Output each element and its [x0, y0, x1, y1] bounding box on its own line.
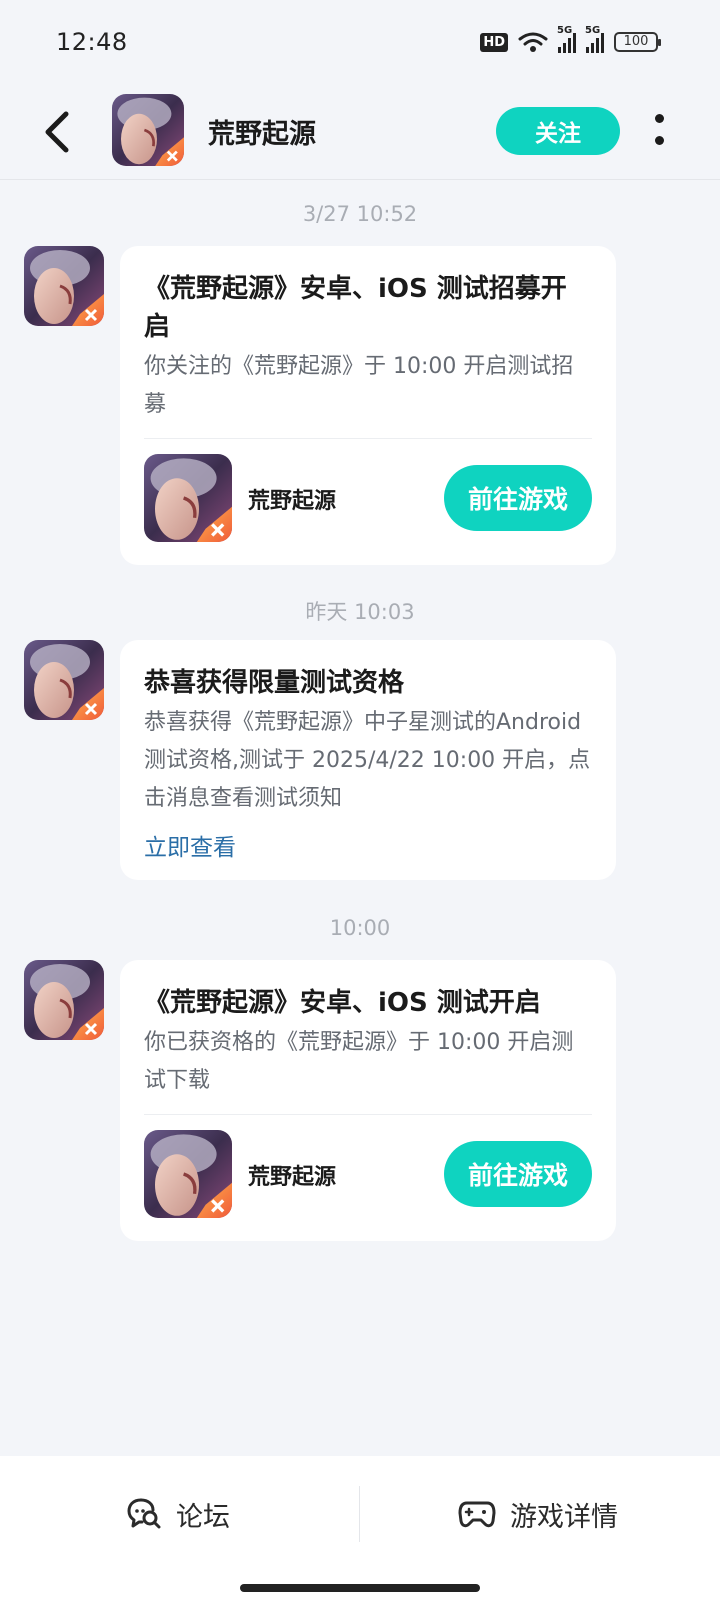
- game-row: 荒野起源 前往游戏: [144, 439, 592, 565]
- go-to-game-button[interactable]: 前往游戏: [444, 1141, 592, 1207]
- message-title: 《荒野起源》安卓、iOS 测试开启: [144, 988, 541, 1018]
- message-body: 恭喜获得《荒野起源》中子星测试的Android测试资格,测试于 2025/4/2…: [144, 710, 591, 811]
- game-name: 荒野起源: [248, 489, 337, 514]
- game-icon[interactable]: [144, 1130, 232, 1218]
- page-title: 荒野起源: [208, 119, 316, 150]
- go-to-game-button[interactable]: 前往游戏: [444, 465, 592, 531]
- view-now-link[interactable]: 立即查看: [144, 828, 236, 862]
- home-indicator[interactable]: [240, 1584, 480, 1592]
- game-art-image: [24, 640, 104, 720]
- page-header: 荒野起源 关注: [0, 84, 720, 180]
- chevron-left-icon: [45, 111, 69, 153]
- follow-button[interactable]: 关注: [496, 107, 620, 155]
- status-bar: 12:48 HD 5G 5G 100: [0, 0, 720, 84]
- hd-icon: HD: [480, 32, 508, 52]
- game-name: 荒野起源: [248, 1165, 337, 1190]
- status-time: 12:48: [56, 28, 128, 56]
- game-art-image: [144, 454, 232, 542]
- chat-search-icon: [127, 1498, 161, 1529]
- game-row: 荒野起源 前往游戏: [144, 1115, 592, 1241]
- message-card[interactable]: 《荒野起源》安卓、iOS 测试招募开启 你关注的《荒野起源》于 10:00 开启…: [120, 246, 616, 565]
- sender-avatar[interactable]: [24, 640, 104, 720]
- tab-game-detail[interactable]: 游戏详情: [458, 1456, 618, 1572]
- message-card[interactable]: 《荒野起源》安卓、iOS 测试开启 你已获资格的《荒野起源》于 10:00 开启…: [120, 960, 616, 1241]
- message-timestamp: 10:00: [329, 916, 391, 940]
- game-art-image: [24, 960, 104, 1040]
- back-button[interactable]: [36, 106, 80, 158]
- tab-forum-label: 论坛: [176, 1501, 230, 1533]
- sender-avatar[interactable]: [24, 246, 104, 326]
- game-art-image: [144, 1130, 232, 1218]
- bottom-bar: 论坛 游戏详情: [0, 1456, 720, 1604]
- message-body: 你已获资格的《荒野起源》于 10:00 开启测试下载: [144, 1030, 574, 1093]
- message-timestamp: 昨天 10:03: [305, 600, 415, 624]
- sender-avatar[interactable]: [24, 960, 104, 1040]
- wifi-icon: [518, 32, 548, 52]
- game-icon[interactable]: [144, 454, 232, 542]
- battery-icon: 100: [614, 32, 661, 52]
- signal-icon: 5G: [585, 25, 604, 53]
- more-button[interactable]: [648, 112, 672, 148]
- game-art-image: [24, 246, 104, 326]
- message-timestamp: 3/27 10:52: [302, 202, 418, 226]
- status-icons: HD 5G 5G 100: [480, 25, 661, 53]
- message-card[interactable]: 恭喜获得限量测试资格 恭喜获得《荒野起源》中子星测试的Android测试资格,测…: [120, 640, 616, 880]
- game-avatar[interactable]: [112, 94, 184, 166]
- signal-icon: 5G: [557, 25, 576, 53]
- divider: [359, 1486, 360, 1542]
- message-title: 《荒野起源》安卓、iOS 测试招募开启: [144, 274, 567, 342]
- message-body: 你关注的《荒野起源》于 10:00 开启测试招募: [144, 354, 574, 417]
- game-art-image: [112, 94, 184, 166]
- tab-forum[interactable]: 论坛: [126, 1456, 230, 1572]
- gamepad-icon: [458, 1501, 496, 1528]
- tab-game-detail-label: 游戏详情: [510, 1501, 618, 1533]
- message-title: 恭喜获得限量测试资格: [144, 668, 405, 698]
